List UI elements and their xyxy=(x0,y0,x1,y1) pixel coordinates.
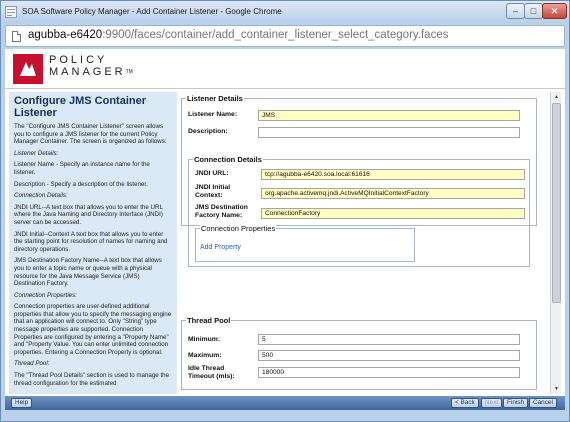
url-text[interactable]: agubba-e6420:9900/faces/container/add_co… xyxy=(28,29,448,41)
thread-pool-section: Thread Pool Minimum: 5 Maximum: 500 Idle… xyxy=(181,316,537,390)
minimum-input[interactable]: 5 xyxy=(258,334,520,345)
scroll-up-arrow-icon[interactable]: ▲ xyxy=(551,92,562,102)
close-button[interactable]: ✕ xyxy=(542,3,567,19)
help-title: Configure JMS Container Listener xyxy=(14,95,147,119)
logo-line-1: POLICY xyxy=(49,54,108,66)
description-input[interactable] xyxy=(258,127,520,138)
connection-properties-section: Connection Properties Add Property xyxy=(195,224,415,262)
help-paragraph: Description - Specify a description of t… xyxy=(14,180,148,188)
cancel-button[interactable]: Cancel xyxy=(529,398,557,408)
listener-details-section: Listener Details Listener Name: JMS Desc… xyxy=(181,94,537,267)
help-panel: Configure JMS Container Listener The "Co… xyxy=(9,92,177,394)
connection-details-legend: Connection Details xyxy=(193,155,263,164)
scroll-down-arrow-icon[interactable]: ▼ xyxy=(551,384,562,394)
scrollbar[interactable]: ▲ ▼ xyxy=(550,92,561,394)
next-button[interactable]: Next xyxy=(481,398,503,408)
page-icon xyxy=(12,31,21,42)
listener-name-label: Listener Name: xyxy=(188,111,238,118)
window-title: SOA Software Policy Manager - Add Contai… xyxy=(22,7,282,16)
jms-factory-label-line-1: JMS Destination xyxy=(195,204,248,211)
help-paragraph: The "Thread Pool Details" section is use… xyxy=(14,372,170,387)
logo-wordmark: POLICY MANAGERTM xyxy=(49,54,133,78)
jndi-url-input[interactable]: tcp://agubba-e6420.soa.local:61616 xyxy=(261,169,525,180)
help-paragraph: Listener Details: xyxy=(14,149,59,157)
finish-button[interactable]: Finish xyxy=(503,398,529,408)
address-bar[interactable]: agubba-e6420:9900/faces/container/add_co… xyxy=(5,25,565,47)
jndi-url-label: JNDI URL: xyxy=(195,170,229,177)
help-paragraph: Connection properties are user-defined a… xyxy=(14,303,172,356)
jndi-initial-label-line-2: Context: xyxy=(195,192,223,199)
jms-factory-label: JMS Destination Factory Name: xyxy=(195,204,248,220)
connection-properties-legend: Connection Properties xyxy=(200,224,277,233)
help-paragraph: Connection Properties: xyxy=(14,291,77,299)
scroll-thumb[interactable] xyxy=(552,103,561,303)
help-paragraph: Listener Name - Specify an instance name… xyxy=(14,161,150,176)
help-paragraph: JMS Destination Factory Name--A text box… xyxy=(14,257,162,288)
listener-details-legend: Listener Details xyxy=(186,94,244,103)
idle-timeout-label: Idle Thread Timeout (mls): xyxy=(188,365,235,381)
jndi-initial-context-input[interactable]: org.apache.activemq.jndi.ActiveMQInitial… xyxy=(261,188,525,199)
help-body: The "Configure JMS Container Listener" s… xyxy=(14,123,172,387)
help-paragraph: JNDI URL--A text box that allows you to … xyxy=(14,203,163,226)
help-button[interactable]: Help xyxy=(11,398,33,408)
thread-pool-legend: Thread Pool xyxy=(186,316,232,325)
help-paragraph: Connection Details: xyxy=(14,192,68,200)
back-button[interactable]: < Back xyxy=(451,398,479,408)
jms-factory-label-line-2: Factory Name: xyxy=(195,212,243,219)
logo-trademark: TM xyxy=(125,69,133,75)
jndi-initial-label: JNDI Initial Context: xyxy=(195,184,230,200)
help-paragraph: Thread Pool: xyxy=(14,360,50,368)
logo-line-2: MANAGERTM xyxy=(49,66,133,78)
minimize-button[interactable]: – xyxy=(506,3,525,19)
help-paragraph: JNDI Initial--Context A text box that al… xyxy=(14,230,168,253)
form-area: Listener Details Listener Name: JMS Desc… xyxy=(181,92,539,394)
connection-details-section: Connection Details JNDI URL: tcp://agubb… xyxy=(188,155,530,267)
maximum-input[interactable]: 500 xyxy=(258,350,520,361)
idle-timeout-label-line-1: Idle Thread xyxy=(188,365,225,372)
jms-destination-factory-input[interactable]: ConnectionFactory xyxy=(261,208,525,219)
logo-line-2-text: MANAGER xyxy=(49,66,126,78)
maximum-label: Maximum: xyxy=(188,352,222,359)
description-label: Description: xyxy=(188,128,228,135)
minimum-label: Minimum: xyxy=(188,336,221,343)
idle-timeout-label-line-2: Timeout (mls): xyxy=(188,373,235,380)
url-host: agubba-e6420 xyxy=(28,29,103,41)
page-viewport: POLICY MANAGERTM Configure JMS Container… xyxy=(5,49,565,410)
idle-timeout-input[interactable]: 180000 xyxy=(258,367,520,378)
url-path: :9900/faces/container/add_container_list… xyxy=(102,29,449,41)
browser-window: SOA Software Policy Manager - Add Contai… xyxy=(0,0,570,422)
title-bar: SOA Software Policy Manager - Add Contai… xyxy=(1,1,569,23)
app-header: POLICY MANAGERTM xyxy=(5,49,565,89)
listener-name-input[interactable]: JMS xyxy=(258,110,520,121)
jndi-initial-label-line-1: JNDI Initial xyxy=(195,184,231,191)
help-paragraph: The "Configure JMS Container Listener" s… xyxy=(14,123,167,146)
add-property-link[interactable]: Add Property xyxy=(200,244,241,251)
chrome-icon xyxy=(5,6,17,18)
policy-manager-logo-icon xyxy=(13,54,43,84)
wizard-footer: Help < Back Next Finish Cancel xyxy=(5,396,565,410)
maximize-button[interactable]: □ xyxy=(524,3,543,19)
